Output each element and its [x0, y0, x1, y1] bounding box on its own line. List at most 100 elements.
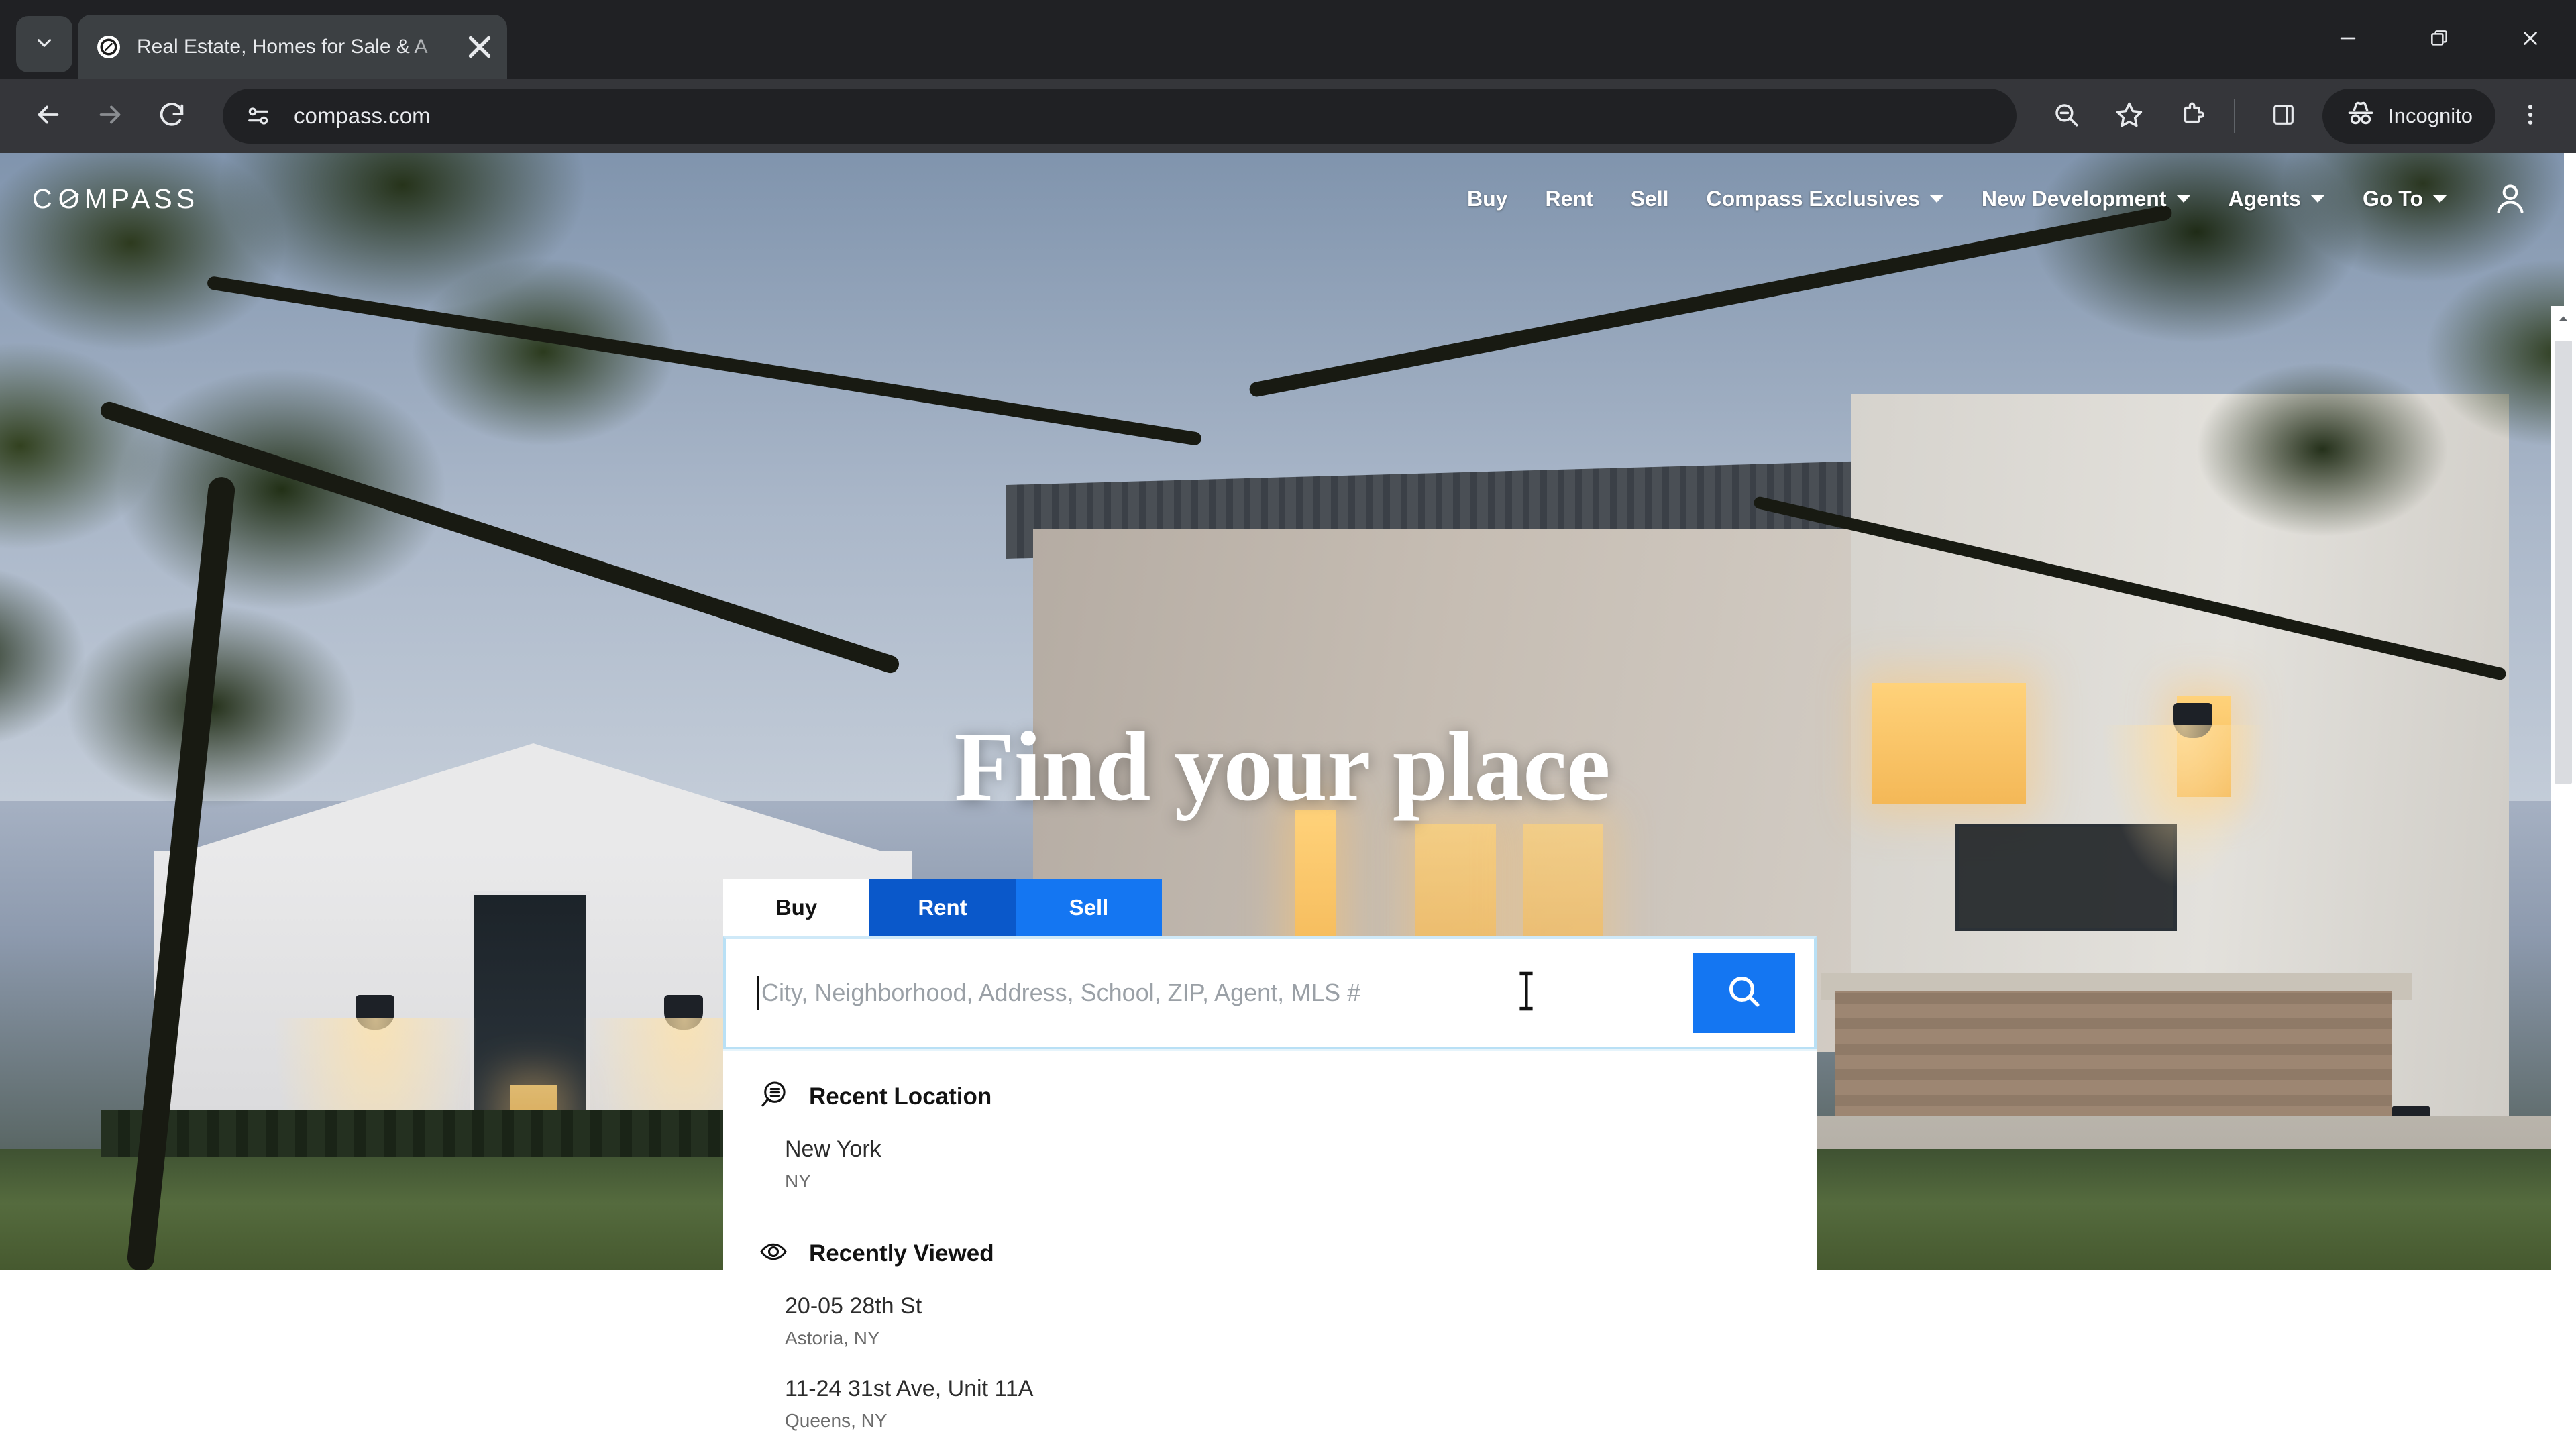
search-tab-label: Sell: [1069, 895, 1109, 920]
zoom-button[interactable]: [2038, 88, 2094, 144]
suggestion-group-spacer: [723, 1219, 1817, 1236]
incognito-icon: [2345, 98, 2376, 134]
suggestion-primary-text: 20-05 28th St: [785, 1293, 922, 1319]
close-icon: [2519, 27, 2542, 53]
restore-icon: [2428, 28, 2450, 52]
search-tab-rent[interactable]: Rent: [869, 879, 1016, 936]
minimize-icon: [2337, 27, 2359, 53]
suggestion-group-title: Recent Location: [809, 1083, 992, 1110]
forward-arrow-icon: [95, 99, 125, 133]
extensions-puzzle-icon: [2178, 101, 2206, 132]
page-scrollbar[interactable]: [2551, 306, 2576, 1449]
suggestion-group-title: Recently Viewed: [809, 1240, 994, 1267]
logo-slashed-o: O: [58, 182, 84, 214]
nav-item-agents[interactable]: Agents: [2229, 186, 2325, 211]
three-dot-menu-icon: [2517, 101, 2544, 131]
nav-item-rent[interactable]: Rent: [1545, 186, 1593, 211]
new-tab-button[interactable]: [525, 20, 576, 71]
search-history-icon: [758, 1079, 789, 1114]
tab-strip: Real Estate, Homes for Sale & A: [0, 0, 2576, 79]
eye-icon: [758, 1236, 789, 1271]
search-tab-buy[interactable]: Buy: [723, 879, 869, 936]
search-icon: [1725, 973, 1763, 1014]
tab-search-button[interactable]: [16, 16, 72, 72]
tab-close-icon[interactable]: [462, 29, 498, 65]
address-bar[interactable]: compass.com: [223, 89, 2017, 144]
toolbar-divider: [2234, 99, 2236, 133]
logo-text-post: MPASS: [84, 182, 199, 214]
nav-label: Sell: [1630, 186, 1669, 211]
zoom-out-icon: [2052, 101, 2080, 132]
address-bar-url: compass.com: [294, 103, 431, 128]
suggestion-secondary-text: Queens, NY: [785, 1410, 888, 1431]
page-viewport: C O MPASS Buy Rent Sell Compass Exclusiv…: [0, 153, 2576, 1449]
suggestion-group-header-recently-viewed: Recently Viewed: [723, 1236, 1817, 1271]
star-icon: [2114, 100, 2144, 133]
chevron-down-icon: [1929, 195, 1944, 203]
text-caret: [757, 976, 759, 1010]
nav-item-buy[interactable]: Buy: [1467, 186, 1507, 211]
logo-text-pre: C: [32, 182, 56, 214]
chevron-down-icon: [33, 32, 56, 58]
search-tab-label: Buy: [775, 895, 818, 920]
extensions-button[interactable]: [2164, 88, 2220, 144]
chevron-down-icon: [2432, 195, 2447, 203]
nav-item-compass-exclusives[interactable]: Compass Exclusives: [1706, 186, 1944, 211]
forward-button[interactable]: [79, 85, 141, 147]
window-close-button[interactable]: [2485, 0, 2576, 79]
suggestion-group-header-recent-location: Recent Location: [723, 1079, 1817, 1114]
user-account-icon[interactable]: [2491, 180, 2529, 217]
tab-title: Real Estate, Homes for Sale & A: [137, 36, 428, 58]
site-settings-icon[interactable]: [237, 95, 279, 137]
window-restore-button[interactable]: [2394, 0, 2485, 79]
browser-menu-button[interactable]: [2502, 88, 2559, 144]
back-arrow-icon: [33, 99, 64, 133]
search-tab-sell[interactable]: Sell: [1016, 879, 1162, 936]
chevron-down-icon: [2310, 195, 2325, 203]
search-input[interactable]: City, Neighborhood, Address, School, ZIP…: [757, 971, 1693, 1011]
suggestion-primary-text: New York: [785, 1136, 881, 1162]
search-tab-bar: Buy Rent Sell: [723, 879, 1817, 936]
hero-title: Find your place: [954, 712, 1610, 822]
nav-label: Buy: [1467, 186, 1508, 211]
search-placeholder: City, Neighborhood, Address, School, ZIP…: [761, 979, 1361, 1006]
nav-label: New Development: [1981, 186, 2167, 211]
incognito-indicator[interactable]: Incognito: [2322, 89, 2496, 144]
search-submit-button[interactable]: [1693, 953, 1795, 1033]
suggestion-item[interactable]: 20-05 28th St Astoria, NY: [723, 1293, 1817, 1349]
scroll-up-arrow-icon[interactable]: [2551, 306, 2576, 331]
search-box: City, Neighborhood, Address, School, ZIP…: [723, 936, 1817, 1049]
side-panel-icon: [2270, 101, 2297, 131]
nav-label: Compass Exclusives: [1706, 186, 1920, 211]
suggestion-primary-text: 11-24 31st Ave, Unit 11A: [785, 1376, 1034, 1401]
browser-tab[interactable]: Real Estate, Homes for Sale & A: [78, 15, 507, 79]
reload-button[interactable]: [141, 85, 203, 147]
suggestion-secondary-text: Astoria, NY: [785, 1328, 880, 1348]
search-tab-label: Rent: [918, 895, 967, 920]
scrollbar-thumb[interactable]: [2555, 341, 2572, 784]
nav-item-new-development[interactable]: New Development: [1982, 186, 2191, 211]
window-minimize-button[interactable]: [2302, 0, 2394, 79]
chevron-down-icon: [2176, 195, 2191, 203]
browser-window: Real Estate, Homes for Sale & A compass.…: [0, 0, 2576, 1449]
compass-favicon: [95, 34, 122, 60]
window-controls: [2302, 0, 2576, 79]
back-button[interactable]: [17, 85, 79, 147]
reload-icon: [156, 99, 187, 133]
site-navigation: C O MPASS Buy Rent Sell Compass Exclusiv…: [0, 153, 2564, 244]
nav-label: Agents: [2228, 186, 2301, 211]
incognito-label: Incognito: [2388, 104, 2473, 127]
suggestion-secondary-text: NY: [785, 1171, 811, 1191]
site-nav-links: Buy Rent Sell Compass Exclusives New Dev…: [1467, 180, 2529, 217]
nav-label: Go To: [2362, 186, 2423, 211]
browser-toolbar: compass.com Incognito: [0, 79, 2576, 153]
suggestion-item[interactable]: 11-24 31st Ave, Unit 11A Queens, NY: [723, 1376, 1817, 1432]
bookmark-button[interactable]: [2101, 88, 2157, 144]
side-panel-button[interactable]: [2255, 88, 2312, 144]
compass-logo[interactable]: C O MPASS: [32, 183, 199, 215]
search-widget: Buy Rent Sell City, Neighborhood, Addres…: [723, 879, 1817, 1449]
nav-item-sell[interactable]: Sell: [1631, 186, 1669, 211]
mouse-ibeam-cursor: [1515, 970, 1538, 1016]
suggestion-item[interactable]: New York NY: [723, 1136, 1817, 1192]
nav-item-go-to[interactable]: Go To: [2363, 186, 2447, 211]
